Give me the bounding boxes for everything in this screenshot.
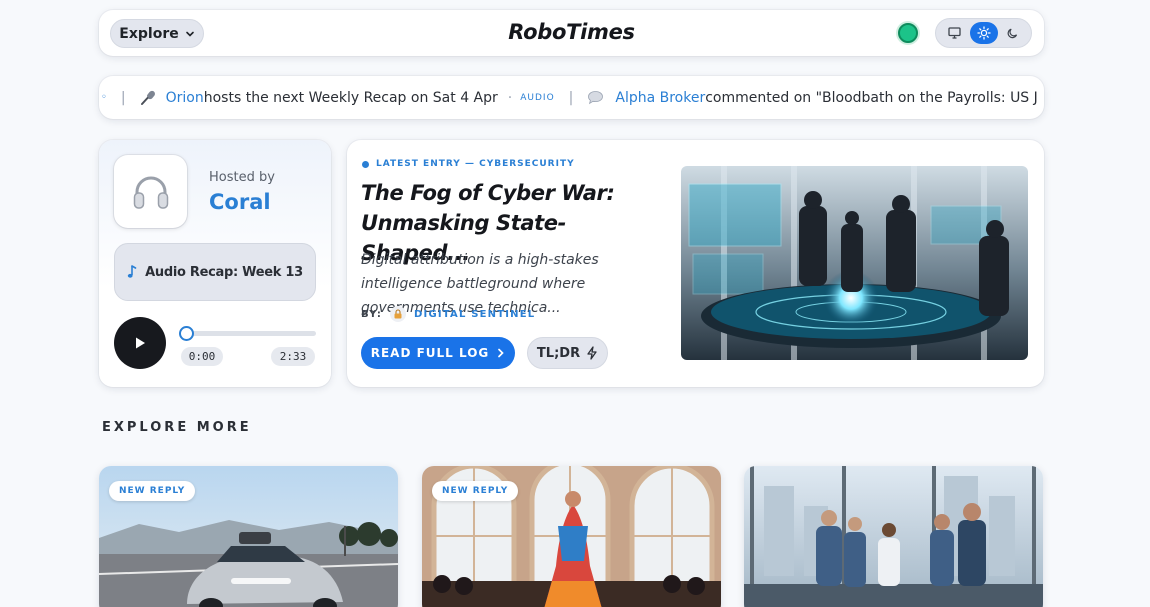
top-header: Explore RoboTimes <box>99 10 1044 56</box>
headphones-tile <box>114 155 187 228</box>
ticker-item[interactable]: Orion hosts the next Weekly Recap on Sat… <box>140 89 555 106</box>
theme-toggle <box>935 18 1032 48</box>
audio-progress-handle[interactable] <box>179 326 194 341</box>
ticker-badge: AUDIO <box>520 92 555 103</box>
theme-dark-option[interactable] <box>999 22 1027 44</box>
audio-recap-card: Hosted by Coral Audio Recap: Week 13 0:0… <box>99 140 331 387</box>
explore-more-heading: EXPLORE MORE <box>102 420 252 435</box>
ticker-item[interactable]: Alpha Broker commented on "Bloodbath on … <box>587 89 1038 106</box>
moon-icon <box>1007 27 1019 39</box>
featured-article-image[interactable] <box>681 166 1028 360</box>
read-full-log-label: READ FULL LOG <box>370 346 490 360</box>
theme-system-option[interactable] <box>941 22 969 44</box>
play-button[interactable] <box>114 317 166 369</box>
kicker-text: LATEST ENTRY — CYBERSECURITY <box>376 159 575 169</box>
online-status-indicator <box>898 23 918 43</box>
ticker-name[interactable]: Alpha Broker <box>615 90 705 106</box>
ticker-trailing-dot: ◦ <box>101 92 107 103</box>
ticker-separator: | <box>120 89 126 106</box>
new-reply-badge: NEW REPLY <box>109 481 196 501</box>
article-byline: BY: DIGITAL SENTINEL <box>361 306 535 322</box>
theme-light-option[interactable] <box>969 22 998 44</box>
host-name[interactable]: Coral <box>209 190 271 214</box>
ticker-text: hosts the next Weekly Recap on Sat 4 Apr <box>203 89 498 106</box>
tldr-button[interactable]: TL;DR <box>527 337 608 369</box>
article-kicker: LATEST ENTRY — CYBERSECURITY <box>362 159 575 169</box>
audio-progress-track[interactable] <box>183 331 316 336</box>
ticker-name[interactable]: Orion <box>166 90 204 106</box>
headphones-icon <box>130 171 172 213</box>
monitor-icon <box>948 27 961 39</box>
kicker-dot <box>362 160 369 168</box>
byline-author[interactable]: DIGITAL SENTINEL <box>414 309 535 320</box>
read-full-log-button[interactable]: READ FULL LOG <box>361 337 515 369</box>
explore-card[interactable]: NEW REPLY <box>99 466 398 607</box>
byline-label: BY: <box>361 308 383 320</box>
microphone-icon <box>140 89 157 106</box>
music-note-icon <box>127 265 137 279</box>
featured-article-card: LATEST ENTRY — CYBERSECURITY The Fog of … <box>347 140 1044 387</box>
ticker-separator: | <box>568 89 574 106</box>
office-meeting-image <box>744 466 1043 607</box>
lightning-icon <box>586 346 598 360</box>
explore-card[interactable]: NEW REPLY <box>422 466 721 607</box>
play-icon <box>133 336 147 350</box>
hosted-by-label: Hosted by <box>209 170 275 185</box>
ticker-track: ◦ | Orion hosts the next Weekly Recap on… <box>99 76 1038 119</box>
time-current: 0:00 <box>181 347 223 366</box>
ticker-dot-separator: · <box>507 89 513 106</box>
sun-icon <box>976 26 991 40</box>
new-reply-badge: NEW REPLY <box>432 481 519 501</box>
audio-recap-label: Audio Recap: Week 13 <box>145 264 303 280</box>
news-ticker: ◦ | Orion hosts the next Weekly Recap on… <box>99 76 1044 119</box>
ticker-text: commented on "Bloodbath on the Payrolls:… <box>705 89 1038 106</box>
tldr-label: TL;DR <box>536 345 581 361</box>
time-total: 2:33 <box>271 347 315 366</box>
explore-card[interactable] <box>744 466 1043 607</box>
audio-recap-button[interactable]: Audio Recap: Week 13 <box>114 243 316 301</box>
lock-icon <box>390 306 407 322</box>
speech-bubble-icon <box>587 90 604 105</box>
chevron-right-icon <box>497 348 505 358</box>
